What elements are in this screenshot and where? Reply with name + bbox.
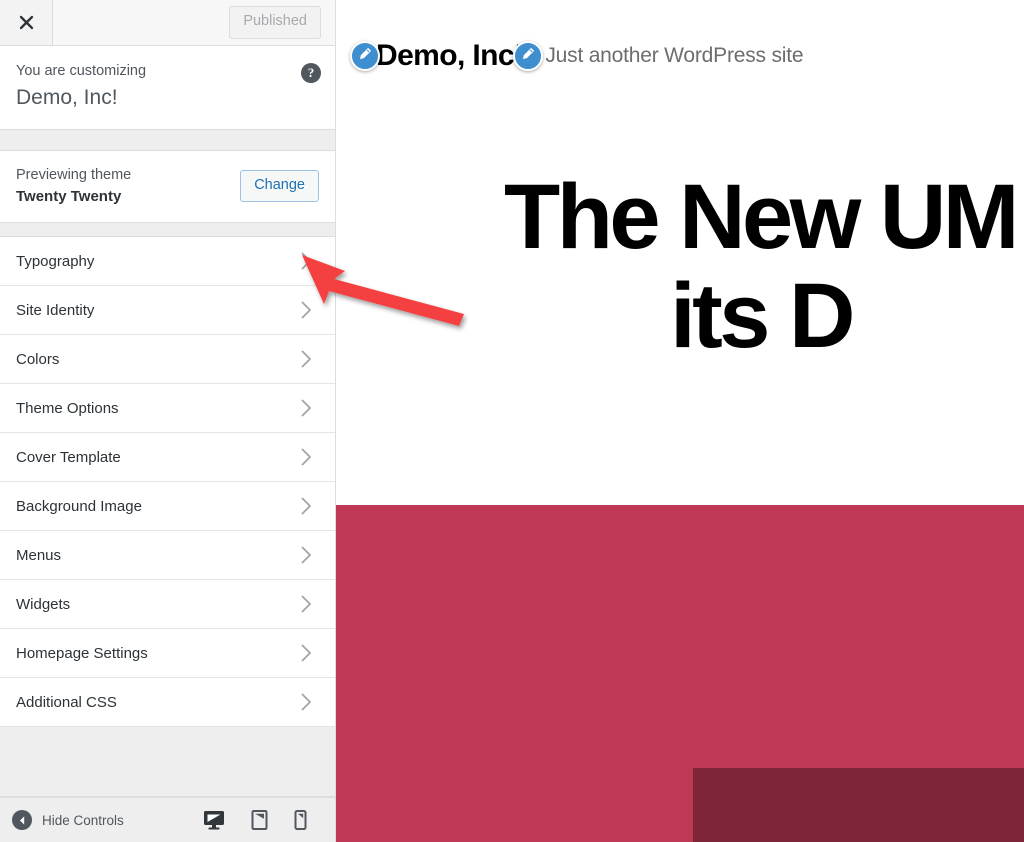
site-title: Demo, Inc! [376,39,524,72]
theme-info: Previewing theme Twenty Twenty [16,165,131,207]
sidebar-filler [0,727,335,797]
previewing-theme-eyebrow: Previewing theme [16,166,132,183]
publish-area: Published [229,0,335,45]
sidebar-item-label: Background Image [16,497,142,515]
customizer-footer: Hide Controls [0,797,335,842]
sidebar-item-label: Additional CSS [16,693,117,711]
sidebar-item-widgets[interactable]: Widgets [0,580,335,630]
chevron-right-icon [301,644,319,662]
hide-controls-label: Hide Controls [42,812,124,828]
chevron-right-icon [301,595,319,613]
site-preview-header: Demo, Inc! Just another WordPress site [336,0,1024,112]
customizer-panel-list: Typography Site Identity Colors Theme Op… [0,237,335,728]
customizing-header: You are customizing Demo, Inc! ? [0,46,335,130]
customizing-site-name: Demo, Inc! [16,85,118,109]
sidebar-item-label: Widgets [16,595,71,613]
tablet-icon[interactable] [251,810,268,830]
desktop-monitor-icon[interactable] [203,810,225,830]
sidebar-gap-top [0,129,335,151]
sidebar-item-label: Theme Options [16,399,119,417]
hero-heading-line-1: The New UM [504,166,1019,268]
publish-button[interactable]: Published [229,6,321,39]
hide-controls-button[interactable]: Hide Controls [12,810,124,830]
sidebar-item-label: Menus [16,546,62,564]
sidebar-item-theme-options[interactable]: Theme Options [0,384,335,434]
sidebar-item-menus[interactable]: Menus [0,531,335,581]
hero-heading-line-2: its D [670,265,855,368]
chevron-right-icon [301,448,319,466]
sidebar-item-site-identity[interactable]: Site Identity [0,286,335,336]
sidebar-item-label: Homepage Settings [16,644,148,662]
cover-dark-overlay-block [693,768,1024,842]
sidebar-item-label: Cover Template [16,448,121,466]
chevron-right-icon [301,546,319,564]
device-preview-group [203,810,323,830]
chevron-right-icon [301,350,319,368]
sidebar-item-label: Site Identity [16,301,95,319]
chevron-right-icon [301,301,319,319]
help-question-icon[interactable]: ? [301,63,321,83]
site-tagline: Just another WordPress site [545,44,804,67]
pencil-edit-icon [357,46,373,67]
customizing-eyebrow: You are customizing [16,63,147,79]
theme-name: Twenty Twenty [16,188,122,206]
edit-tagline-shortcut-button[interactable] [513,41,544,71]
chevron-right-icon [301,693,319,711]
sidebar-item-additional-css[interactable]: Additional CSS [0,678,335,728]
close-x-icon [18,14,35,31]
sidebar-item-colors[interactable]: Colors [0,335,335,385]
sidebar-item-cover-template[interactable]: Cover Template [0,433,335,483]
sidebar-item-background-image[interactable]: Background Image [0,482,335,532]
sidebar-gap-mid [0,223,335,238]
chevron-right-icon [301,497,319,515]
cover-red-section [336,505,1024,842]
chevron-right-icon [301,252,319,270]
pencil-edit-icon [520,46,536,67]
mobile-phone-icon[interactable] [294,810,307,830]
sidebar-item-homepage-settings[interactable]: Homepage Settings [0,629,335,679]
collapse-left-arrow-icon [12,810,32,830]
sidebar-item-label: Typography [16,252,95,270]
close-customizer-button[interactable] [0,0,53,45]
hero-section: The New UM its D [336,112,1024,505]
wordpress-customizer-screen: Published You are customizing Demo, Inc!… [0,0,1024,842]
customizer-sidebar: Published You are customizing Demo, Inc!… [0,0,336,842]
edit-site-title-shortcut-button[interactable] [350,41,380,71]
customizer-topbar: Published [0,0,335,46]
topbar-spacer [53,0,230,45]
chevron-right-icon [301,399,319,417]
site-preview-pane[interactable]: Demo, Inc! Just another WordPress site T… [336,0,1024,842]
sidebar-item-label: Colors [16,350,60,368]
previewing-theme-panel: Previewing theme Twenty Twenty Change [0,150,335,224]
change-theme-button[interactable]: Change [240,169,319,203]
sidebar-item-typography[interactable]: Typography [0,237,335,287]
